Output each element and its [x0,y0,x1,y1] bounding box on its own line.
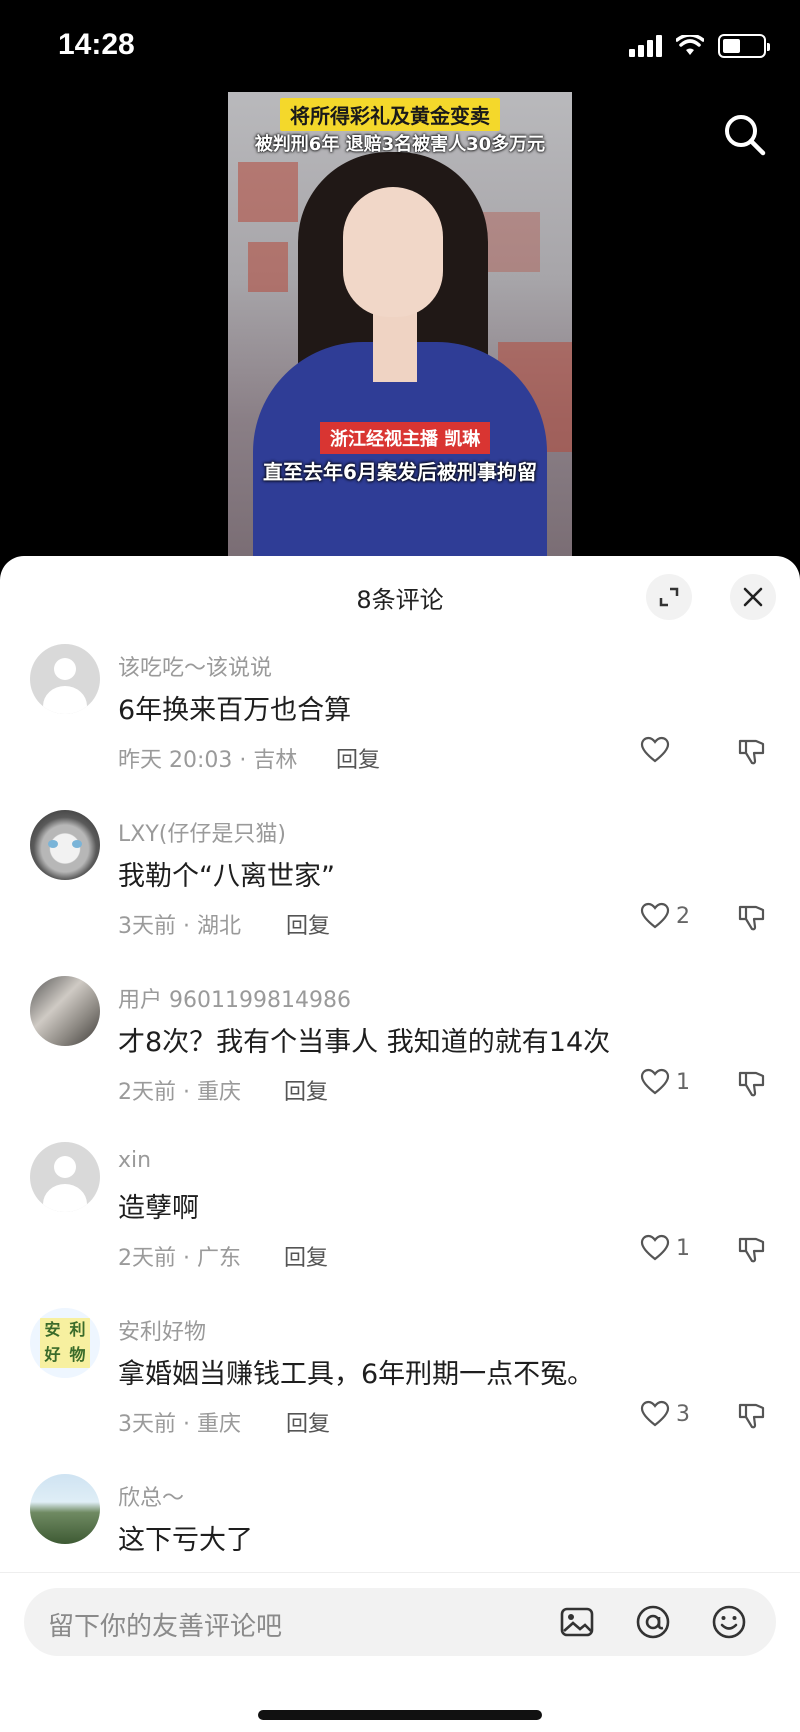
comment-username[interactable]: 用户 9601199814986 [118,982,351,1014]
avatar[interactable]: 安 利 好 物 [30,1308,100,1378]
comment-username[interactable]: 安利好物 [118,1314,206,1346]
comment-item: 用户 9601199814986 才8次？我有个当事人 我知道的就有14次 2天… [0,964,800,1130]
avatar-badge-char: 利 [65,1318,90,1343]
comment-meta: 2天前 · 重庆 [118,1080,241,1105]
comment-meta: 3天前 · 重庆 [118,1412,241,1437]
like-button[interactable]: 1 [640,1234,690,1262]
close-button[interactable] [730,574,776,620]
sheet-header: 8条评论 [0,556,800,632]
comment-list: 该吃吃～该说说 6年换来百万也合算 昨天 20:03 · 吉林 回复 LXY(仔… [0,632,800,1628]
heart-icon [640,1234,670,1261]
like-count: 1 [676,1235,690,1261]
avatar[interactable] [30,1474,100,1544]
comment-meta: 昨天 20:03 · 吉林 [118,748,298,773]
heart-icon [640,736,670,763]
comment-item: 安 利 好 物 安利好物 拿婚姻当赚钱工具，6年刑期一点不冤。 3天前 · 重庆… [0,1296,800,1462]
search-button[interactable] [720,110,770,160]
comment-text: 我勒个“八离世家” [118,861,335,892]
video-area[interactable]: 将所得彩礼及黄金变卖 被判刑6年 退赔3名被害人30多万元 浙江经视主播 凯琳 … [0,0,800,560]
avatar-badge-char: 物 [65,1343,90,1368]
comment-username[interactable]: xin [118,1148,151,1173]
avatar[interactable] [30,810,100,880]
avatar-badge-char: 好 [40,1343,65,1368]
like-count: 1 [676,1069,690,1095]
dislike-icon[interactable] [736,1236,766,1264]
avatar[interactable] [30,1142,100,1212]
reply-button[interactable]: 回复 [286,1406,330,1438]
comment-username[interactable]: 该吃吃～该说说 [118,650,272,682]
heart-icon [640,902,670,929]
search-icon [725,115,766,156]
like-button[interactable]: 3 [640,1400,690,1428]
like-count: 3 [676,1401,690,1427]
comment-text: 才8次？我有个当事人 我知道的就有14次 [118,1027,611,1058]
like-button[interactable] [640,736,676,764]
heart-icon [640,1068,670,1095]
anchor-name-tag: 浙江经视主播 凯琳 [320,422,491,454]
reply-button[interactable]: 回复 [286,908,330,940]
comment-meta: 2天前 · 广东 [118,1246,241,1271]
dislike-icon[interactable] [736,904,766,932]
comment-input[interactable]: 留下你的友善评论吧 [24,1588,776,1656]
comment-sheet: 8条评论 该吃吃～该说说 6年换来百万也合算 昨天 20:03 · 吉林 回复 [0,556,800,1732]
comment-text: 这下亏大了 [118,1525,253,1556]
comment-item: xin 造孽啊 2天前 · 广东 回复 1 [0,1130,800,1296]
divider [0,1572,800,1573]
reply-button[interactable]: 回复 [284,1074,328,1106]
emoji-icon[interactable] [710,1603,748,1641]
like-count: 2 [676,903,690,929]
avatar[interactable] [30,976,100,1046]
video-headline-1: 将所得彩礼及黄金变卖 [280,98,500,131]
expand-icon [659,587,679,607]
comment-text: 6年换来百万也合算 [118,695,352,726]
avatar[interactable] [30,644,100,714]
close-icon [743,587,763,607]
home-indicator[interactable] [258,1710,542,1720]
news-video[interactable]: 将所得彩礼及黄金变卖 被判刑6年 退赔3名被害人30多万元 浙江经视主播 凯琳 … [228,92,572,560]
at-icon[interactable] [634,1603,672,1641]
video-subtitle: 直至去年6月案发后被刑事拘留 [263,460,537,484]
heart-icon [640,1400,670,1427]
reply-button[interactable]: 回复 [336,742,380,774]
like-button[interactable]: 1 [640,1068,690,1096]
comment-text: 造孽啊 [118,1193,199,1224]
dislike-icon[interactable] [736,738,766,766]
comment-meta: 3天前 · 湖北 [118,914,241,939]
comment-text: 拿婚姻当赚钱工具，6年刑期一点不冤。 [118,1359,595,1390]
comment-username[interactable]: 欣总～ [118,1480,184,1512]
image-icon[interactable] [558,1603,596,1641]
comment-username[interactable]: LXY(仔仔是只猫) [118,816,286,848]
comment-input-placeholder: 留下你的友善评论吧 [48,1612,283,1642]
comment-item: LXY(仔仔是只猫) 我勒个“八离世家” 3天前 · 湖北 回复 2 [0,798,800,964]
like-button[interactable]: 2 [640,902,690,930]
video-headline-2: 被判刑6年 退赔3名被害人30多万元 [254,134,546,155]
avatar-badge-char: 安 [40,1318,65,1343]
expand-button[interactable] [646,574,692,620]
dislike-icon[interactable] [736,1402,766,1430]
dislike-icon[interactable] [736,1070,766,1098]
comment-item: 该吃吃～该说说 6年换来百万也合算 昨天 20:03 · 吉林 回复 [0,632,800,798]
reply-button[interactable]: 回复 [284,1240,328,1272]
